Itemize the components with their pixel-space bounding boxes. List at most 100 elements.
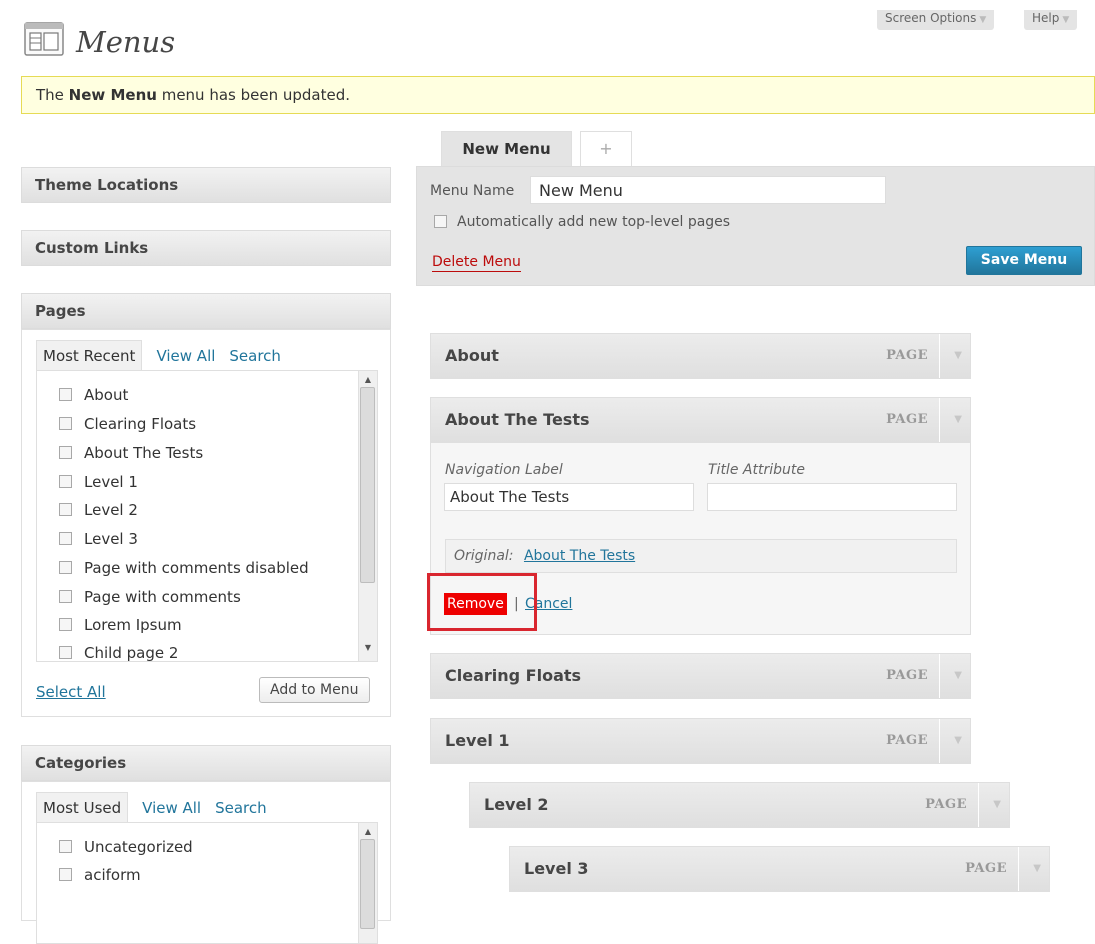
checkbox[interactable] [59,618,72,631]
categories-checklist[interactable]: Uncategorized aciform ▲ [36,822,378,944]
help-button[interactable]: Help ▼ [1024,10,1078,30]
scrollbar[interactable]: ▲ [358,823,377,943]
menu-item-about[interactable]: About PAGE ▼ [430,333,971,379]
checkbox[interactable] [59,868,72,881]
navigation-label-input[interactable] [444,483,694,511]
theme-locations-header[interactable]: Theme Locations [21,167,391,203]
divider [939,719,940,763]
menu-item-type: PAGE [965,861,1007,876]
checkbox[interactable] [59,388,72,401]
select-all-link[interactable]: Select All [36,683,106,701]
menu-item-title: About [445,346,499,365]
page-title: Menus [76,25,176,59]
menu-item-title: Level 1 [445,731,510,750]
menu-item-about-the-tests[interactable]: About The Tests PAGE ▼ [430,397,971,443]
list-item[interactable]: aciform [59,863,141,887]
checkbox[interactable] [59,646,72,659]
list-item[interactable]: Uncategorized [59,835,193,859]
menu-item-type: PAGE [886,733,928,748]
scroll-down-icon[interactable]: ▼ [359,641,377,655]
tab-most-used[interactable]: Most Used [36,792,129,824]
tab-view-all[interactable]: View All [142,793,201,823]
list-item[interactable]: Page with comments [59,585,241,609]
chevron-down-icon[interactable]: ▼ [993,783,1001,827]
auto-add-option[interactable]: Automatically add new top-level pages [434,214,730,230]
chevron-down-icon[interactable]: ▼ [1033,847,1041,891]
update-notice: The New Menu menu has been updated. [21,76,1095,114]
notice-menu-name: New Menu [68,86,157,104]
page-label: About The Tests [84,444,204,462]
list-item[interactable]: Clearing Floats [59,412,196,436]
menu-item-level-3[interactable]: Level 3 PAGE ▼ [509,846,1050,892]
pages-tabs: Most Recent View All Search [36,340,295,372]
auto-add-checkbox[interactable] [434,214,447,228]
auto-add-label: Automatically add new top-level pages [457,214,731,230]
tab-view-all[interactable]: View All [156,341,215,371]
divider [978,783,979,827]
chevron-down-icon[interactable]: ▼ [954,719,962,763]
page-label: Level 3 [84,530,138,548]
add-menu-tab[interactable]: + [580,131,632,167]
menu-name-input[interactable] [530,176,886,204]
menu-item-clearing-floats[interactable]: Clearing Floats PAGE ▼ [430,653,971,699]
divider [939,654,940,698]
menu-name-label: Menu Name [430,183,515,199]
chevron-down-icon[interactable]: ▼ [954,654,962,698]
scrollbar[interactable]: ▲ ▼ [358,371,377,661]
custom-links-header[interactable]: Custom Links [21,230,391,266]
chevron-down-icon: ▼ [1062,15,1070,25]
tab-new-menu[interactable]: New Menu [441,131,572,168]
highlight-annotation [427,573,537,631]
navigation-label-label: Navigation Label [445,462,563,478]
original-link[interactable]: About The Tests [524,548,635,564]
scroll-up-icon[interactable]: ▲ [359,825,377,839]
screen-options-button[interactable]: Screen Options ▼ [877,10,995,30]
page-label: Child page 2 [84,644,179,662]
tab-search[interactable]: Search [215,793,267,823]
categories-header[interactable]: Categories [21,745,391,781]
menus-icon [24,22,64,56]
list-item[interactable]: Level 2 [59,498,138,522]
delete-menu-link[interactable]: Delete Menu [432,254,521,272]
checkbox[interactable] [59,503,72,516]
list-item[interactable]: Child page 2 [59,641,179,662]
category-label: aciform [84,866,141,884]
save-menu-button[interactable]: Save Menu [966,246,1082,275]
category-label: Uncategorized [84,838,193,856]
list-item[interactable]: About [59,383,128,407]
divider [1018,847,1019,891]
scroll-thumb[interactable] [360,839,375,929]
page-label: Clearing Floats [84,415,197,433]
list-item[interactable]: Page with comments disabled [59,556,309,580]
list-item[interactable]: About The Tests [59,441,203,465]
divider [939,398,940,442]
chevron-down-icon[interactable]: ▼ [954,334,962,378]
tab-search[interactable]: Search [229,341,281,371]
checkbox[interactable] [59,590,72,603]
checkbox[interactable] [59,475,72,488]
checkbox[interactable] [59,446,72,459]
list-item[interactable]: Lorem Ipsum [59,613,182,637]
pages-checklist[interactable]: About Clearing Floats About The Tests Le… [36,370,378,662]
scroll-up-icon[interactable]: ▲ [359,373,377,387]
menu-item-level-1[interactable]: Level 1 PAGE ▼ [430,718,971,764]
checkbox[interactable] [59,532,72,545]
page-label: Page with comments [84,588,241,606]
pages-header[interactable]: Pages [21,293,391,329]
checkbox[interactable] [59,417,72,430]
menu-item-type: PAGE [886,412,928,427]
checkbox[interactable] [59,840,72,853]
add-to-menu-button[interactable]: Add to Menu [259,677,370,703]
tab-most-recent[interactable]: Most Recent [36,340,143,372]
menu-item-type: PAGE [886,348,928,363]
chevron-down-icon[interactable]: ▼ [954,398,962,442]
list-item[interactable]: Level 1 [59,470,138,494]
menu-item-title: Clearing Floats [445,666,582,685]
list-item[interactable]: Level 3 [59,527,138,551]
title-attribute-input[interactable] [707,483,957,511]
checkbox[interactable] [59,561,72,574]
scroll-thumb[interactable] [360,387,375,583]
page-label: Lorem Ipsum [84,616,182,634]
menu-item-title: Level 3 [524,859,589,878]
menu-item-level-2[interactable]: Level 2 PAGE ▼ [469,782,1010,828]
